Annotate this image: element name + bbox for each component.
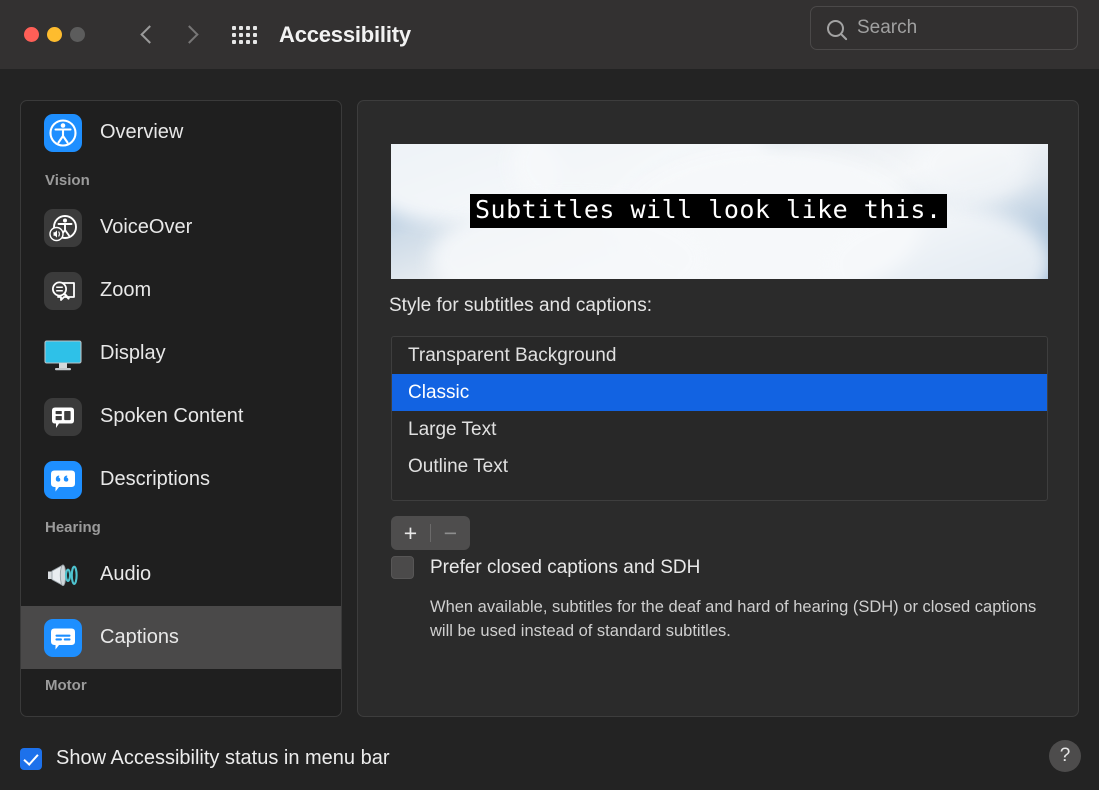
list-item[interactable]: Outline Text: [392, 448, 1047, 485]
sidebar-item-spoken-content[interactable]: Spoken Content: [21, 385, 341, 448]
accessibility-icon: [44, 113, 82, 152]
navigation-buttons: [140, 21, 198, 49]
audio-icon: [44, 556, 82, 594]
caption-style-list[interactable]: Transparent Background Classic Large Tex…: [391, 336, 1048, 501]
sidebar-item-label: Descriptions: [100, 468, 211, 490]
style-list-label: Style for subtitles and captions:: [389, 295, 652, 316]
page-title: Accessibility: [279, 21, 411, 47]
add-style-button[interactable]: +: [391, 516, 430, 550]
sidebar-item-label: Captions: [100, 626, 179, 648]
captions-settings-panel: Subtitles will look like this. Style for…: [357, 100, 1079, 717]
close-button[interactable]: [24, 27, 39, 42]
list-item[interactable]: Classic: [392, 374, 1047, 411]
list-item[interactable]: Large Text: [392, 411, 1047, 448]
subtitle-band: Subtitles will look like this.: [470, 194, 947, 229]
sidebar-group-motor: Motor: [45, 676, 87, 694]
search-field[interactable]: Search: [810, 6, 1078, 50]
sidebar: Overview Vision VoiceOver Zoom Display S…: [20, 100, 342, 717]
sidebar-item-audio[interactable]: Audio: [21, 543, 341, 606]
sidebar-group-hearing: Hearing: [45, 518, 101, 536]
list-item[interactable]: Transparent Background: [392, 337, 1047, 374]
sidebar-item-label: Zoom: [100, 279, 152, 301]
sidebar-item-voiceover[interactable]: VoiceOver: [21, 196, 341, 259]
show-all-grid-icon[interactable]: [232, 25, 257, 44]
sidebar-item-label: Overview: [100, 121, 184, 143]
descriptions-icon: [44, 460, 82, 499]
prefer-closed-captions-row[interactable]: Prefer closed captions and SDH: [391, 556, 700, 579]
voiceover-icon: [44, 208, 82, 247]
subtitle-preview-text: Subtitles will look like this.: [475, 195, 942, 224]
search-icon: [827, 19, 844, 37]
sidebar-item-label: Audio: [100, 563, 152, 585]
sidebar-item-label: VoiceOver: [100, 216, 193, 238]
list-item-label: Transparent Background: [408, 344, 617, 366]
prefer-closed-captions-description: When available, subtitles for the deaf a…: [430, 598, 1037, 640]
search-placeholder: Search: [857, 17, 918, 38]
subtitle-preview: Subtitles will look like this.: [391, 144, 1048, 279]
sidebar-item-overview[interactable]: Overview: [21, 101, 341, 164]
zoom-icon: [44, 271, 82, 310]
sidebar-item-captions[interactable]: Captions: [21, 606, 341, 669]
remove-style-button[interactable]: −: [431, 516, 470, 550]
show-status-menu-bar-row[interactable]: Show Accessibility status in menu bar: [20, 747, 390, 770]
sidebar-item-label: Spoken Content: [100, 405, 244, 427]
spoken-content-icon: [44, 397, 82, 436]
display-icon: [44, 335, 82, 373]
list-item-label: Classic: [408, 381, 470, 403]
sidebar-item-display[interactable]: Display: [21, 322, 341, 385]
add-remove-style-buttons: + −: [391, 516, 470, 550]
forward-chevron-icon[interactable]: [182, 21, 198, 49]
sidebar-group-vision: Vision: [45, 171, 90, 189]
back-chevron-icon[interactable]: [140, 21, 156, 49]
help-button[interactable]: ?: [1049, 740, 1081, 772]
prefer-closed-captions-label: Prefer closed captions and SDH: [430, 556, 701, 578]
show-status-menu-bar-label: Show Accessibility status in menu bar: [56, 747, 390, 769]
list-item-label: Large Text: [408, 418, 497, 440]
prefer-closed-captions-checkbox[interactable]: [391, 556, 414, 579]
window-controls: [24, 27, 85, 42]
zoom-button[interactable]: [70, 27, 85, 42]
sidebar-item-descriptions[interactable]: Descriptions: [21, 448, 341, 511]
list-item-label: Outline Text: [408, 455, 508, 477]
accessibility-preferences-window: Accessibility Search Overview Vision Voi…: [0, 0, 1099, 790]
captions-icon: [44, 618, 82, 657]
titlebar: Accessibility Search: [0, 0, 1099, 69]
sidebar-item-zoom[interactable]: Zoom: [21, 259, 341, 322]
show-status-menu-bar-checkbox[interactable]: [20, 747, 42, 770]
sidebar-item-label: Display: [100, 342, 166, 364]
minimize-button[interactable]: [47, 27, 62, 42]
